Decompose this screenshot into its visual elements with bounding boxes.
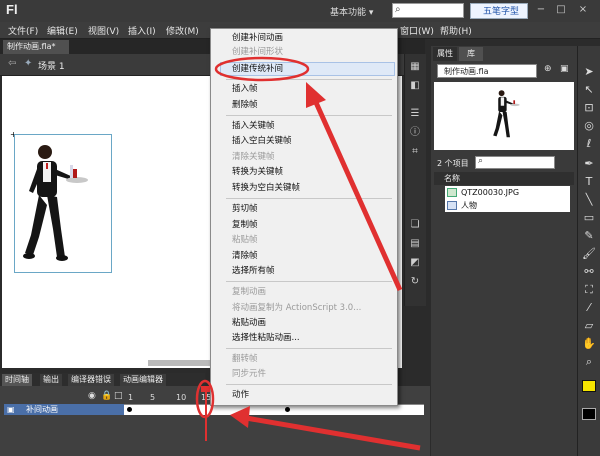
annotation-overlay <box>195 56 421 451</box>
highlight-oval <box>214 56 310 82</box>
annotation-arrow-left <box>245 415 421 451</box>
annotation-arrow-up <box>311 96 403 292</box>
frame-highlight-oval <box>195 379 215 419</box>
arrow-head-icon <box>230 406 250 428</box>
